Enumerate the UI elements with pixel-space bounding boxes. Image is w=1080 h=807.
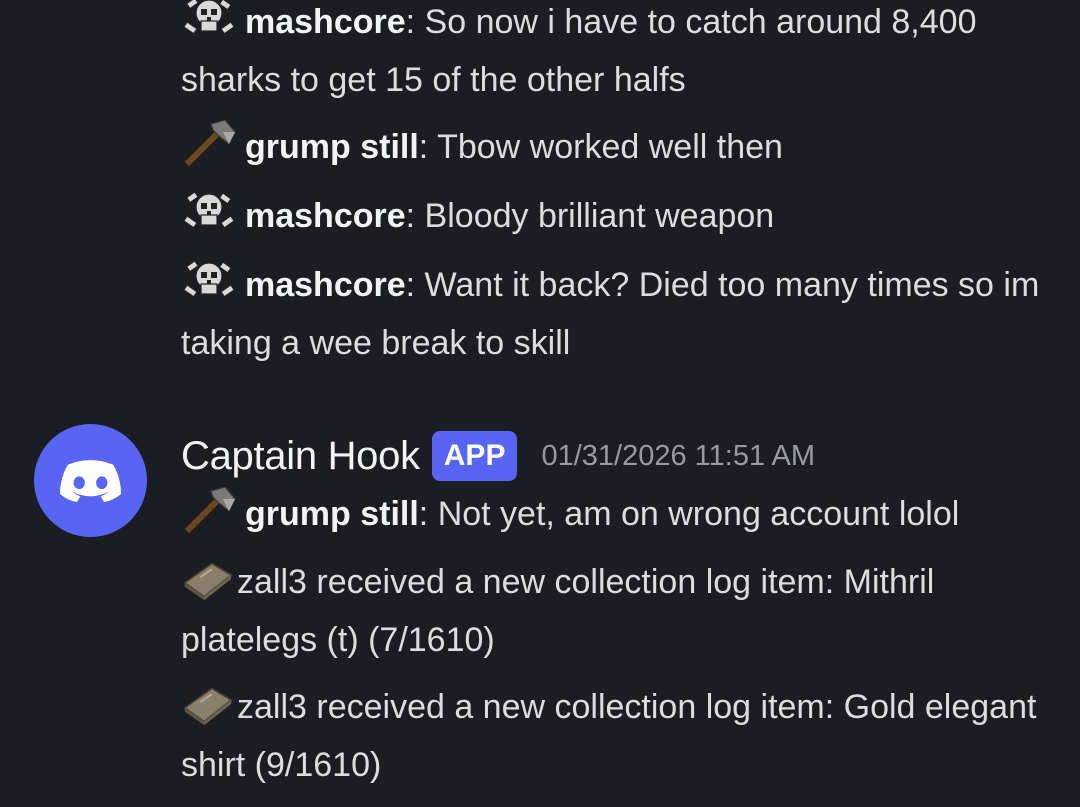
message-username[interactable]: mashcore: [245, 3, 406, 41]
skull-crossbones-icon: [181, 258, 237, 306]
chat-message: mashcore: Want it back? Died too many ti…: [181, 256, 1061, 372]
chat-message: mashcore: Bloody brilliant weapon: [181, 187, 1061, 245]
message-text: Bloody brilliant weapon: [424, 197, 775, 235]
skull-crossbones-icon: [181, 189, 237, 237]
book-icon: [181, 555, 235, 603]
avatar[interactable]: [34, 424, 147, 537]
message-text: Not yet, am on wrong account lolol: [437, 495, 960, 533]
message-text: zall3 received a new collection log item…: [181, 563, 935, 659]
chat-message: grump still: Tbow worked well then: [181, 118, 1061, 176]
chat-message-list: mashcore: So now i have to catch around …: [0, 0, 1080, 807]
axe-icon: [181, 487, 237, 535]
author-name[interactable]: Captain Hook: [181, 434, 420, 479]
skull-crossbones-icon: [181, 0, 237, 43]
message-text: zall3 received a new collection log item…: [181, 688, 1037, 784]
message-text: Tbow worked well then: [437, 128, 783, 166]
message-username[interactable]: mashcore: [245, 197, 406, 235]
message-username[interactable]: grump still: [245, 128, 419, 166]
message-group-header: Captain Hook APP 01/31/2026 11:51 AM: [181, 426, 815, 486]
discord-logo-icon: [59, 460, 122, 502]
message-timestamp[interactable]: 01/31/2026 11:51 AM: [541, 440, 815, 473]
axe-icon: [181, 120, 237, 168]
chat-message: zall3 received a new collection log item…: [181, 678, 1061, 794]
chat-message: zall3 received a new collection log item…: [181, 553, 1061, 669]
chat-message: grump still: Not yet, am on wrong accoun…: [181, 485, 1061, 543]
chat-message: mashcore: So now i have to catch around …: [181, 0, 1061, 109]
app-badge: APP: [431, 431, 518, 481]
message-username[interactable]: grump still: [245, 495, 419, 533]
book-icon: [181, 680, 235, 728]
message-username[interactable]: mashcore: [245, 266, 406, 304]
